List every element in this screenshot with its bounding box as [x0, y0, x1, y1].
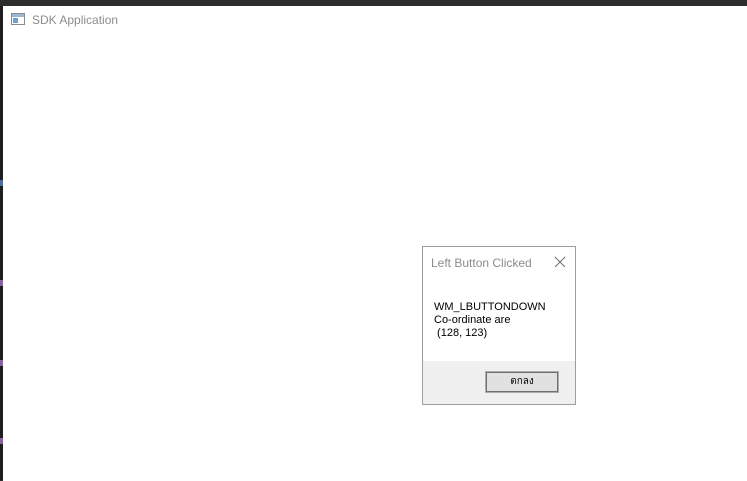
message-box[interactable]: Left Button Clicked WM_LBUTTONDOWN Co-or… — [422, 246, 576, 405]
message-text: WM_LBUTTONDOWN Co-ordinate are (128, 123… — [434, 301, 546, 339]
message-box-body: WM_LBUTTONDOWN Co-ordinate are (128, 123… — [423, 277, 575, 361]
window-icon — [11, 13, 25, 25]
close-icon — [554, 256, 566, 268]
ok-button[interactable]: ตกลง — [485, 371, 559, 393]
main-window-title: SDK Application — [32, 13, 119, 27]
main-window-titlebar[interactable]: SDK Application — [3, 6, 747, 34]
message-box-title: Left Button Clicked — [431, 256, 532, 270]
close-button[interactable] — [549, 253, 571, 271]
main-window[interactable]: SDK Application — [3, 5, 747, 481]
message-box-titlebar[interactable]: Left Button Clicked — [423, 247, 575, 277]
message-box-footer: ตกลง — [423, 361, 575, 404]
